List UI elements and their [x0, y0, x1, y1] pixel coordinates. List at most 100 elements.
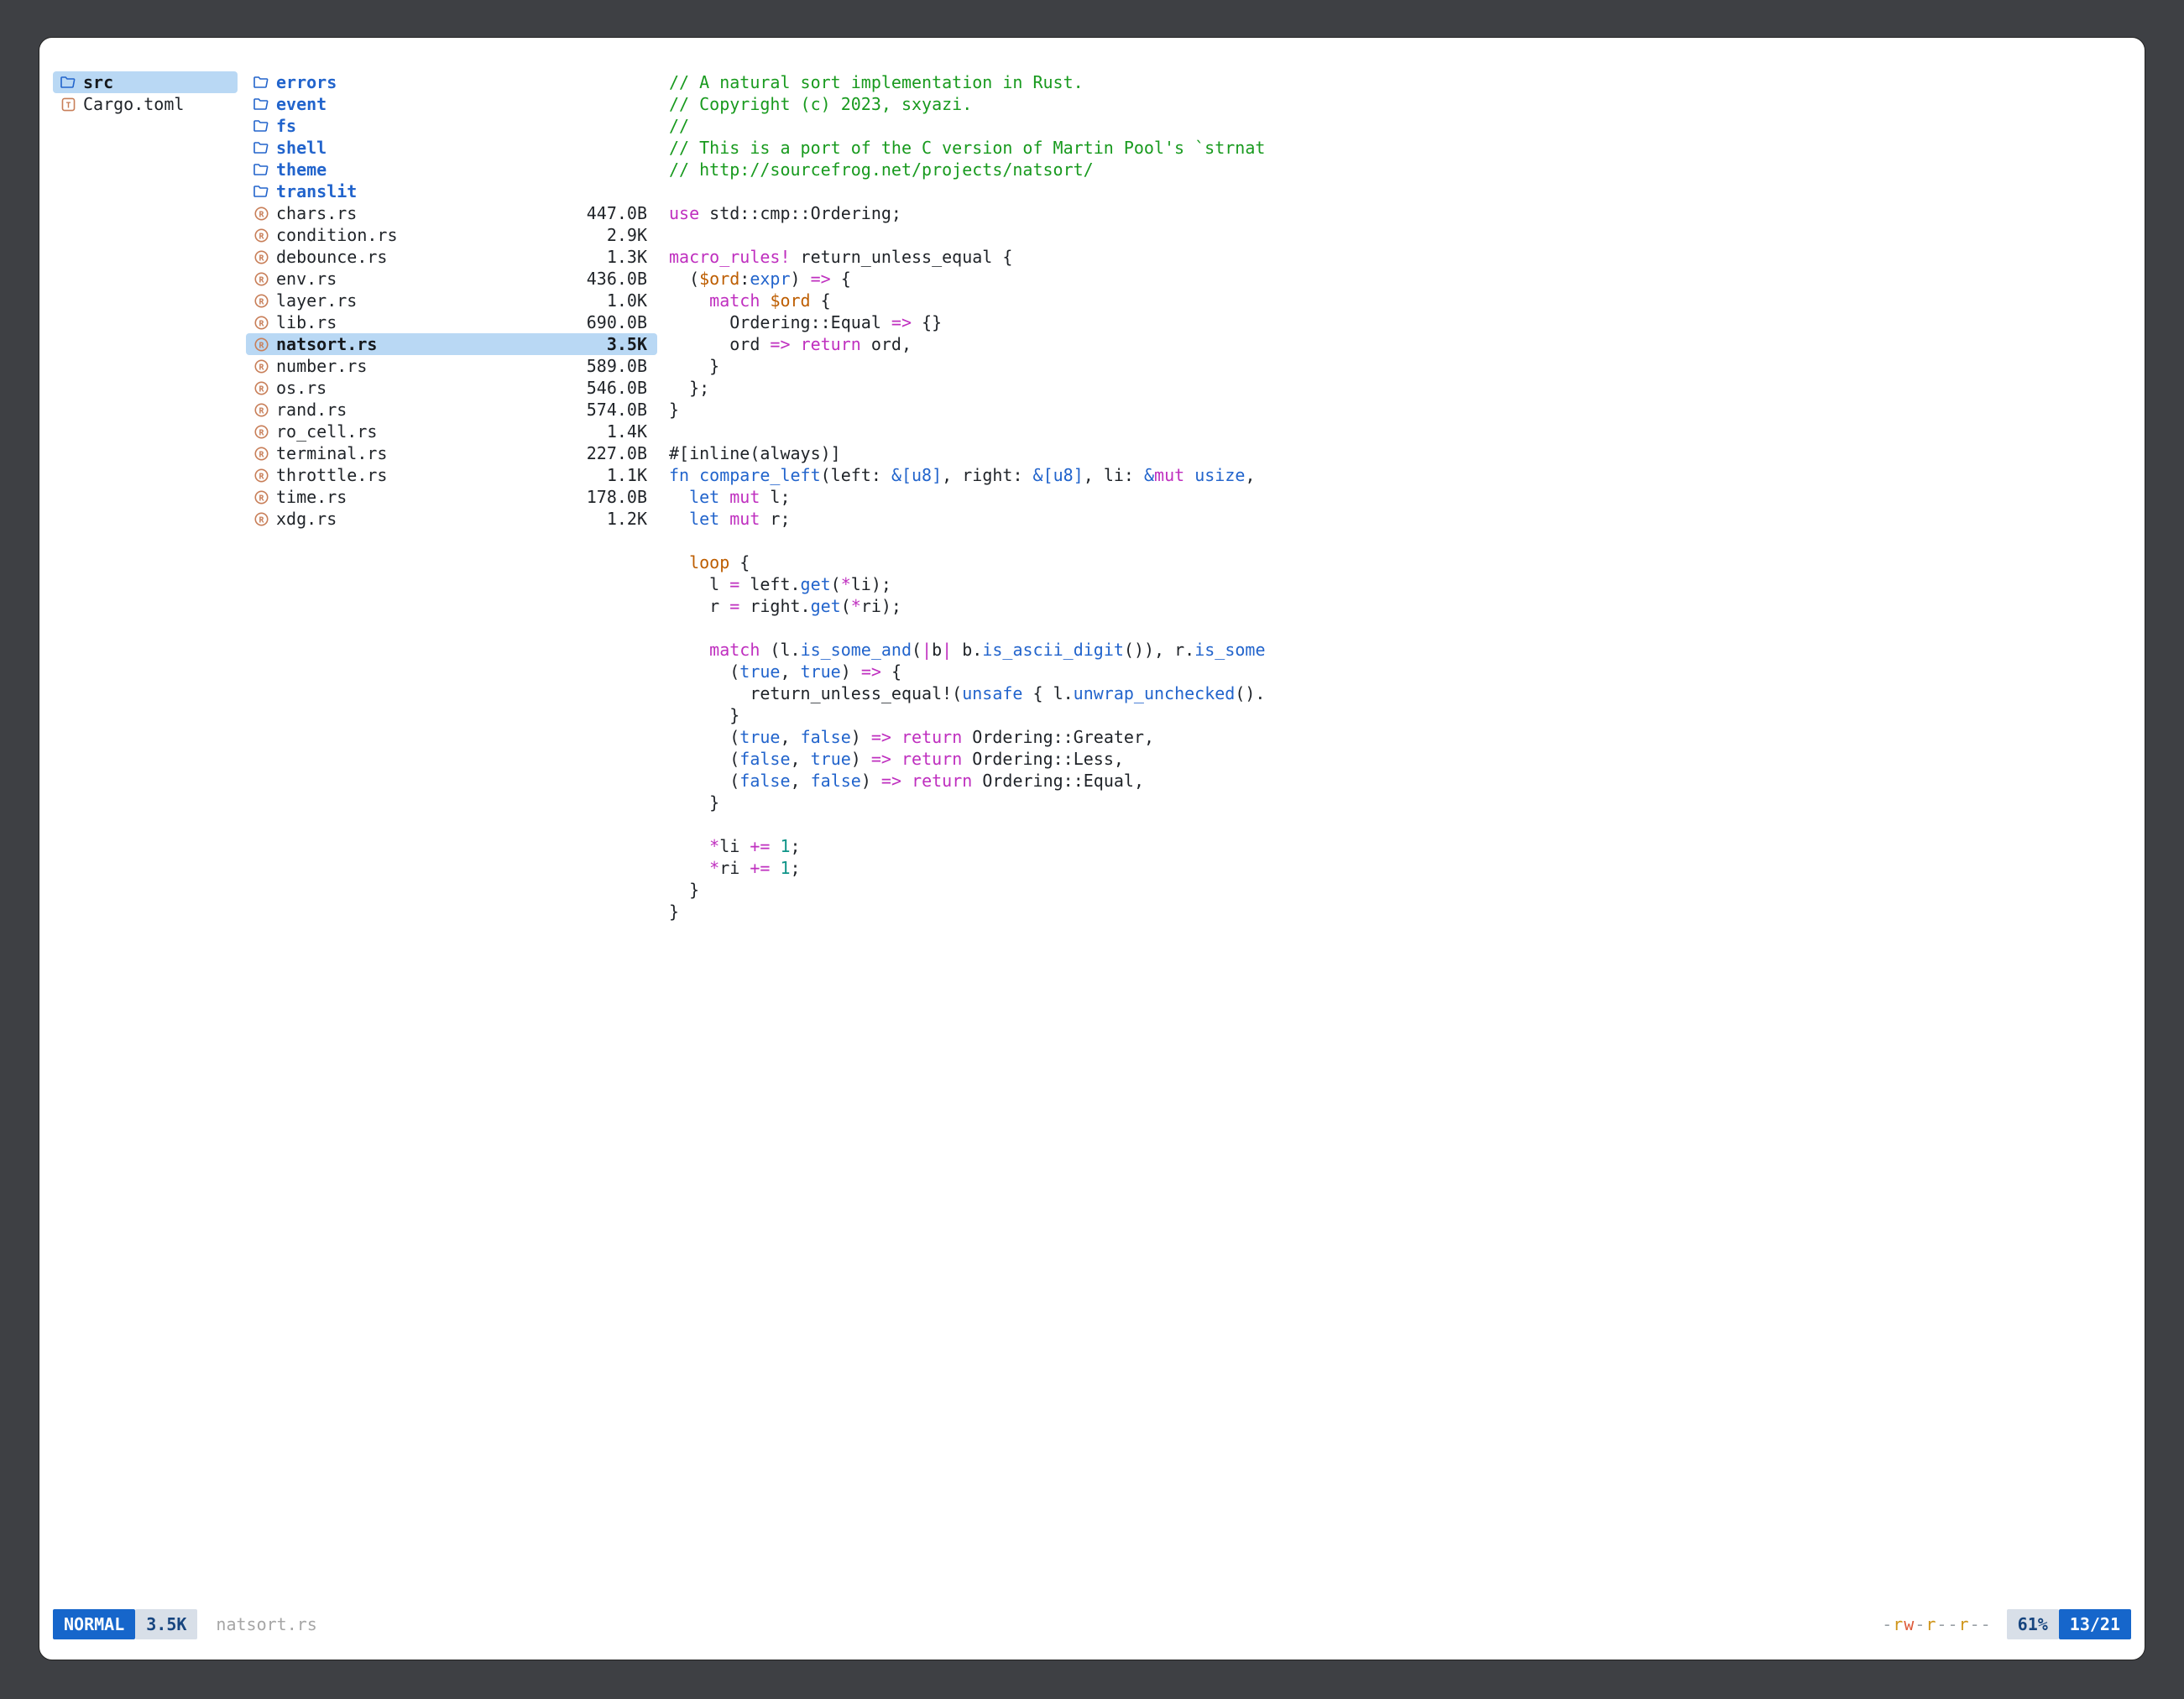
- file-row[interactable]: T Cargo.toml: [53, 93, 238, 115]
- status-left: NORMAL 3.5K natsort.rs: [53, 1609, 317, 1639]
- code-line: *li += 1;: [669, 835, 2131, 857]
- code-line: ($ord:expr) => {: [669, 268, 2131, 290]
- status-bar: NORMAL 3.5K natsort.rs -rw-r--r-- 61% 13…: [53, 1609, 2131, 1639]
- svg-text:R: R: [259, 232, 264, 241]
- file-row[interactable]: errors: [246, 71, 657, 93]
- file-row[interactable]: Rterminal.rs227.0B: [246, 442, 657, 464]
- svg-text:R: R: [259, 363, 264, 372]
- mode-badge: NORMAL: [53, 1609, 135, 1639]
- file-size: 178.0B: [580, 487, 647, 507]
- file-row[interactable]: Renv.rs 436.0B: [246, 268, 657, 290]
- rust-file-icon: R: [253, 227, 269, 243]
- file-size: 1.3K: [600, 247, 647, 267]
- file-row[interactable]: theme: [246, 159, 657, 180]
- code-line: // Copyright (c) 2023, sxyazi.: [669, 93, 2131, 115]
- file-name: lib.rs: [276, 312, 337, 332]
- svg-text:R: R: [259, 406, 264, 416]
- rust-file-icon: R: [253, 205, 269, 222]
- file-row[interactable]: Rnumber.rs589.0B: [246, 355, 657, 377]
- file-row[interactable]: event: [246, 93, 657, 115]
- preview-pane: // A natural sort implementation in Rust…: [666, 71, 2131, 1601]
- file-row[interactable]: shell: [246, 137, 657, 159]
- rust-file-icon: R: [253, 489, 269, 505]
- rust-file-icon: R: [253, 358, 269, 374]
- rust-file-icon: R: [253, 423, 269, 440]
- rust-file-icon: R: [253, 292, 269, 309]
- file-size: 546.0B: [580, 378, 647, 398]
- file-name: layer.rs: [276, 290, 357, 311]
- svg-text:R: R: [259, 428, 264, 437]
- rust-file-icon: R: [253, 379, 269, 396]
- code-line: [669, 617, 2131, 639]
- svg-text:R: R: [259, 515, 264, 525]
- code-line: (true, true) => {: [669, 661, 2131, 682]
- file-name: env.rs: [276, 269, 337, 289]
- code-line: [669, 530, 2131, 552]
- code-line: match (l.is_some_and(|b| b.is_ascii_digi…: [669, 639, 2131, 661]
- code-line: [669, 180, 2131, 202]
- file-size: 574.0B: [580, 400, 647, 420]
- code-line: }: [669, 704, 2131, 726]
- file-row[interactable]: Rlib.rs690.0B: [246, 311, 657, 333]
- svg-text:R: R: [259, 275, 264, 285]
- code-line: loop {: [669, 552, 2131, 573]
- file-row[interactable]: src: [53, 71, 238, 93]
- scroll-percent-segment: 61%: [2007, 1609, 2059, 1639]
- file-row[interactable]: translit: [246, 180, 657, 202]
- code-line: return_unless_equal!(unsafe { l.unwrap_u…: [669, 682, 2131, 704]
- file-size: 1.1K: [600, 465, 647, 485]
- file-row[interactable]: Rthrottle.rs1.1K: [246, 464, 657, 486]
- rust-file-icon: R: [253, 445, 269, 462]
- file-row[interactable]: Rchars.rs447.0B: [246, 202, 657, 224]
- code-line: match $ord {: [669, 290, 2131, 311]
- file-row[interactable]: fs: [246, 115, 657, 137]
- svg-text:R: R: [259, 494, 264, 503]
- code-line: [669, 421, 2131, 442]
- file-size: 2.9K: [600, 225, 647, 245]
- code-line: // http://sourcefrog.net/projects/natsor…: [669, 159, 2131, 180]
- code-line: (false, true) => return Ordering::Less,: [669, 748, 2131, 770]
- file-name: theme: [276, 159, 327, 180]
- file-row[interactable]: Rdebounce.rs1.3K: [246, 246, 657, 268]
- file-name: os.rs: [276, 378, 327, 398]
- svg-text:R: R: [259, 254, 264, 263]
- status-right: -rw-r--r-- 61% 13/21: [1882, 1609, 2131, 1639]
- code-line: let mut l;: [669, 486, 2131, 508]
- file-row[interactable]: Rnatsort.rs3.5K: [246, 333, 657, 355]
- rust-file-icon: R: [253, 401, 269, 418]
- code-line: let mut r;: [669, 508, 2131, 530]
- folder-icon: [253, 96, 269, 112]
- file-row[interactable]: Rtime.rs178.0B: [246, 486, 657, 508]
- code-line: [669, 813, 2131, 835]
- file-name: errors: [276, 72, 337, 92]
- file-row[interactable]: Rxdg.rs1.2K: [246, 508, 657, 530]
- code-line: (true, false) => return Ordering::Greate…: [669, 726, 2131, 748]
- file-row[interactable]: Rcondition.rs 2.9K: [246, 224, 657, 246]
- file-name: condition.rs: [276, 225, 398, 245]
- code-line: }: [669, 879, 2131, 901]
- file-row[interactable]: Rrand.rs574.0B: [246, 399, 657, 421]
- file-name: Cargo.toml: [83, 94, 184, 114]
- parent-pane: src T Cargo.toml: [53, 71, 238, 1601]
- yazi-file-manager-window: src T Cargo.toml errorseventfsshellthemetr…: [39, 37, 2145, 1660]
- code-line: fn compare_left(left: &[u8], right: &[u8…: [669, 464, 2131, 486]
- panes-container: src T Cargo.toml errorseventfsshellthemetr…: [53, 71, 2131, 1601]
- file-name: xdg.rs: [276, 509, 337, 529]
- svg-text:R: R: [259, 319, 264, 328]
- code-line: #[inline(always)]: [669, 442, 2131, 464]
- rust-file-icon: R: [253, 270, 269, 287]
- rust-file-icon: R: [253, 336, 269, 353]
- code-line: //: [669, 115, 2131, 137]
- file-row[interactable]: Ros.rs 546.0B: [246, 377, 657, 399]
- code-line: Ordering::Equal => {}: [669, 311, 2131, 333]
- file-size-segment: 3.5K: [135, 1609, 197, 1639]
- file-size: 589.0B: [580, 356, 647, 376]
- file-row[interactable]: Rlayer.rs1.0K: [246, 290, 657, 311]
- rust-file-icon: R: [253, 314, 269, 331]
- file-row[interactable]: Rro_cell.rs1.4K: [246, 421, 657, 442]
- file-size: 436.0B: [580, 269, 647, 289]
- folder-icon: [253, 139, 269, 156]
- svg-text:T: T: [65, 101, 71, 110]
- code-line: };: [669, 377, 2131, 399]
- code-line: }: [669, 399, 2131, 421]
